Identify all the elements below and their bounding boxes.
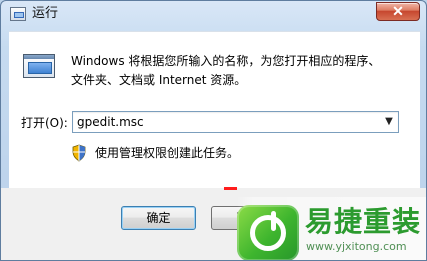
red-marker: [224, 187, 237, 190]
title-bar: 运行 ✕: [1, 1, 426, 29]
ok-button[interactable]: 确定: [121, 206, 196, 230]
dialog-description: Windows 将根据您所输入的名称，为您打开相应的程序、 文件夹、文档或 In…: [71, 54, 381, 87]
power-ring-icon: [250, 211, 286, 251]
command-combobox[interactable]: ▼: [72, 111, 399, 133]
window-icon: [23, 54, 55, 78]
run-dialog: 运行 ✕ Windows 将根据您所输入的名称，为您打开相应的程序、 文件夹、文…: [0, 0, 427, 261]
command-input[interactable]: [77, 114, 367, 130]
window-title: 运行: [32, 6, 59, 21]
dropdown-button[interactable]: ▼: [380, 112, 398, 132]
close-icon: ✕: [392, 3, 404, 19]
dialog-content: Windows 将根据您所输入的名称，为您打开相应的程序、 文件夹、文档或 In…: [9, 31, 420, 188]
shield-icon: [72, 144, 86, 162]
admin-privilege-text: 使用管理权限创建此任务。: [95, 146, 240, 160]
open-label: 打开(O):: [21, 116, 68, 130]
brand-name: 易捷重装: [305, 205, 422, 238]
power-logo-icon: [237, 205, 299, 260]
chevron-down-icon: ▼: [385, 116, 393, 127]
brand-url: www.yjxitong.com: [306, 240, 407, 253]
run-icon: [10, 7, 26, 21]
run-program-icon: [23, 52, 57, 80]
close-button[interactable]: ✕: [376, 2, 420, 21]
